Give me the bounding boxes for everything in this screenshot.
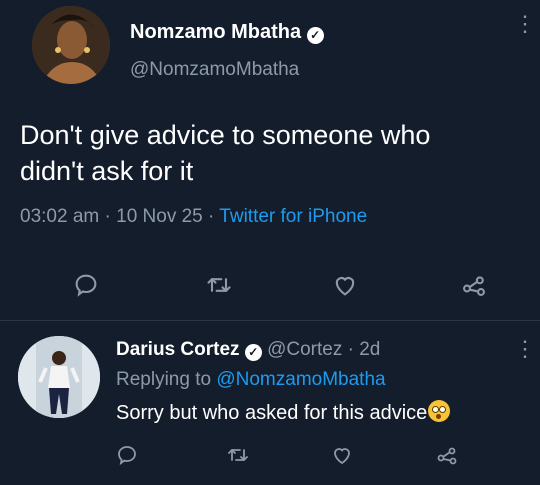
share-button[interactable] (460, 271, 488, 299)
tweet-date[interactable]: 10 Nov 25 (116, 206, 203, 227)
author-name[interactable]: Nomzamo Mbatha ✓ (130, 21, 324, 44)
tweet-text-line-1: Don't give advice to someone who (20, 120, 431, 150)
reply-author-handle[interactable]: @Cortez (267, 339, 342, 360)
tweet-text: Don't give advice to someone who didn't … (20, 117, 430, 189)
more-options-icon[interactable]: ⋮ (514, 13, 536, 35)
author-name-text: Nomzamo Mbatha (130, 21, 302, 43)
separator: · (208, 206, 215, 227)
retweet-button[interactable] (205, 271, 233, 299)
replying-to-label: Replying to (116, 369, 212, 390)
separator: · (347, 339, 354, 360)
divider (0, 320, 540, 321)
reply-reply-button[interactable] (115, 443, 139, 467)
reply-author-avatar[interactable] (18, 336, 100, 418)
main-tweet: Nomzamo Mbatha ✓ @NomzamoMbatha ⋮ Don't … (0, 0, 540, 320)
tweet-source[interactable]: Twitter for iPhone (219, 206, 367, 227)
reply-retweet-button[interactable] (226, 443, 250, 467)
author-avatar[interactable] (32, 6, 110, 84)
flushed-face-emoji (428, 400, 451, 422)
comment-icon (75, 274, 97, 297)
retweet-icon (207, 278, 231, 292)
reply-more-options-icon[interactable]: ⋮ (514, 338, 536, 360)
verified-badge-icon: ✓ (306, 27, 324, 44)
replying-to: Replying to @NomzamoMbatha (116, 369, 386, 391)
author-handle[interactable]: @NomzamoMbatha (130, 59, 299, 81)
tweet-meta: 03:02 am · 10 Nov 25 · Twitter for iPhon… (20, 206, 367, 228)
reply-header: Darius Cortez ✓ @Cortez · 2d (116, 339, 380, 361)
tweet-text-line-2: didn't ask for it (20, 156, 194, 186)
separator: · (104, 206, 111, 227)
reply-share-button[interactable] (435, 443, 459, 467)
comment-icon (118, 446, 136, 466)
tweet-time[interactable]: 03:02 am (20, 206, 99, 227)
reply-like-button[interactable] (330, 443, 354, 467)
retweet-icon (228, 449, 248, 461)
reply-author-name[interactable]: Darius Cortez (116, 339, 240, 360)
verified-badge-icon: ✓ (244, 344, 262, 361)
reply-age[interactable]: 2d (359, 339, 380, 360)
share-icon (437, 447, 457, 465)
reply-button[interactable] (72, 271, 100, 299)
reply-text: Sorry but who asked for this advice (116, 400, 451, 425)
like-button[interactable] (331, 271, 359, 299)
reply-text-content: Sorry but who asked for this advice (116, 402, 428, 424)
heart-icon (335, 277, 355, 296)
heart-icon (334, 448, 350, 465)
share-icon (463, 276, 485, 296)
replying-to-handle[interactable]: @NomzamoMbatha (216, 369, 385, 390)
